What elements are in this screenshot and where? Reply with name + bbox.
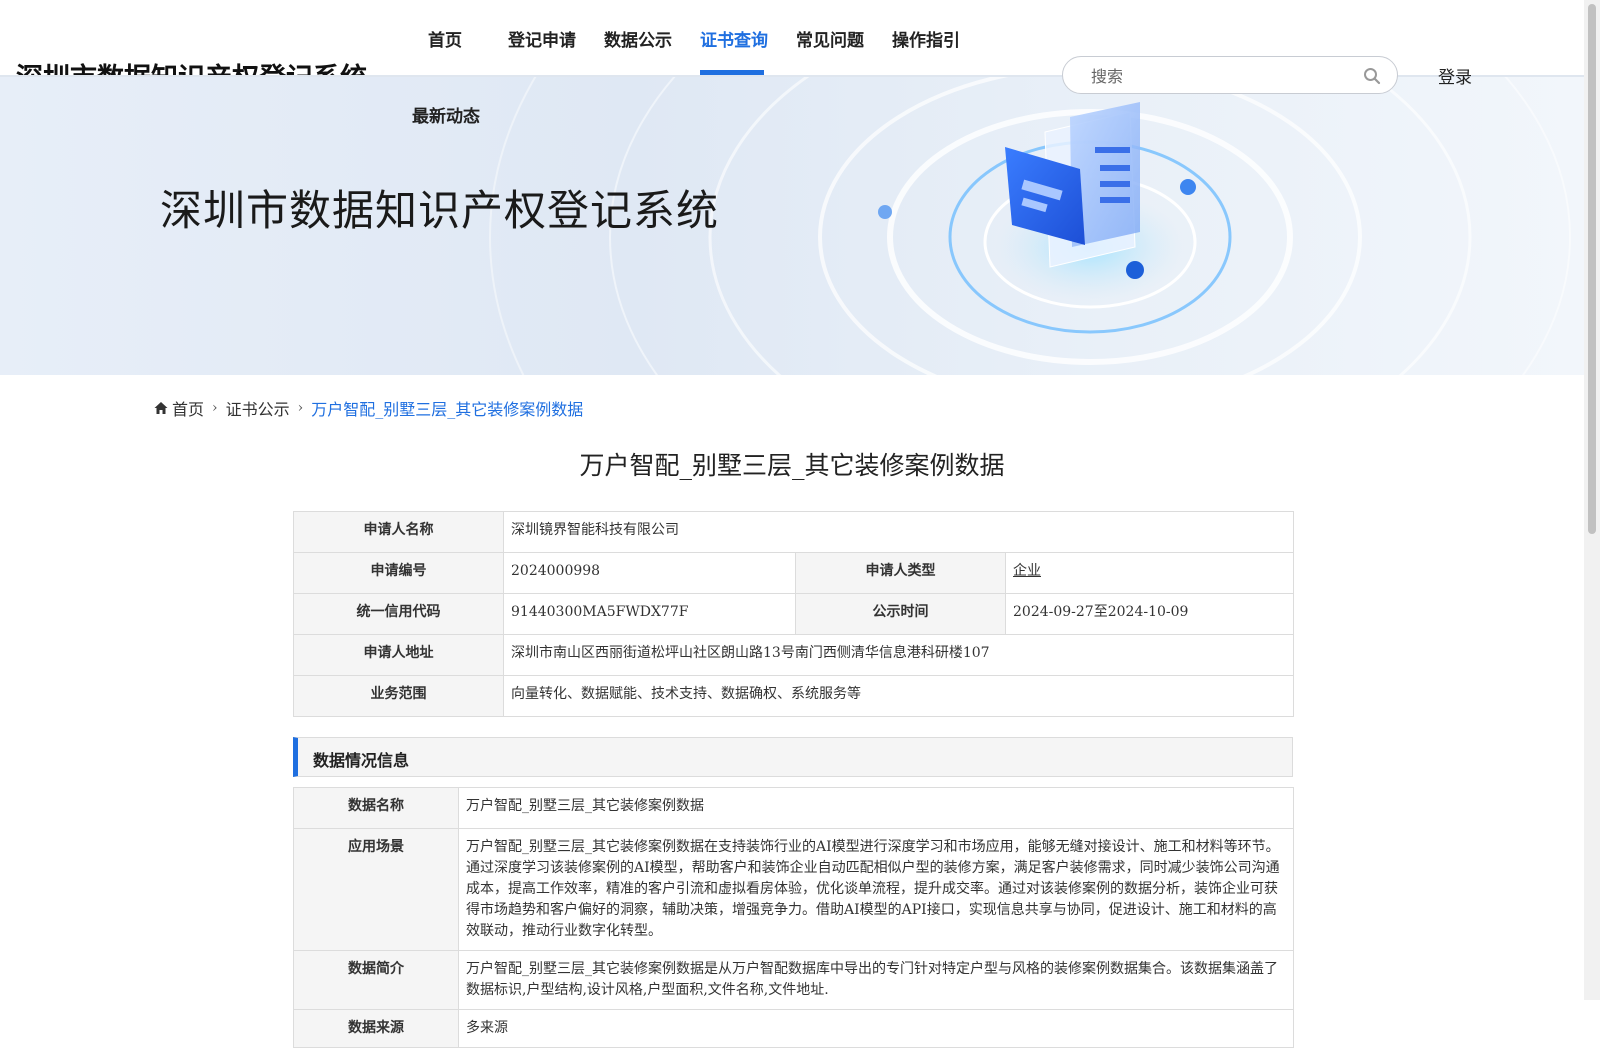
application-number-label: 申请编号 bbox=[293, 552, 504, 594]
login-link[interactable]: 登录 bbox=[1438, 63, 1472, 88]
chevron-right-icon: › bbox=[212, 400, 218, 416]
page-title: 万户智配_别墅三层_其它装修案例数据 bbox=[579, 451, 1005, 480]
table-row: 申请编号 2024000998 申请人类型 企业 bbox=[293, 552, 1294, 594]
page-scrollbar[interactable] bbox=[1584, 0, 1600, 1000]
search-icon[interactable] bbox=[1363, 67, 1381, 85]
data-summary-label: 数据简介 bbox=[293, 950, 459, 1010]
scrollbar-thumb[interactable] bbox=[1588, 4, 1596, 534]
nav-certificate-query[interactable]: 证书查询 bbox=[700, 26, 768, 51]
table-row: 数据来源 多来源 bbox=[293, 1009, 1294, 1048]
applicant-type-label: 申请人类型 bbox=[795, 552, 1006, 594]
breadcrumb-current[interactable]: 万户智配_别墅三层_其它装修案例数据 bbox=[311, 396, 583, 420]
applicant-type-value[interactable]: 企业 bbox=[1013, 563, 1041, 579]
applicant-info-table: 申请人名称 深圳镜界智能科技有限公司 申请编号 2024000998 申请人类型… bbox=[293, 511, 1294, 717]
table-row: 业务范围 向量转化、数据赋能、技术支持、数据确权、系统服务等 bbox=[293, 675, 1294, 717]
publicity-period-value: 2024-09-27至2024-10-09 bbox=[1005, 593, 1294, 635]
table-row: 数据名称 万户智配_别墅三层_其它装修案例数据 bbox=[293, 787, 1294, 829]
data-name-value: 万户智配_别墅三层_其它装修案例数据 bbox=[458, 787, 1294, 829]
data-source-value: 多来源 bbox=[458, 1009, 1294, 1048]
table-row: 申请人名称 深圳镜界智能科技有限公司 bbox=[293, 511, 1294, 553]
table-row: 申请人地址 深圳市南山区西丽街道松坪山社区朗山路13号南门西侧清华信息港科研楼1… bbox=[293, 634, 1294, 676]
data-info-section-header: 数据情况信息 bbox=[293, 737, 1293, 777]
applicant-name-label: 申请人名称 bbox=[293, 511, 504, 553]
applicant-name-value: 深圳镜界智能科技有限公司 bbox=[503, 511, 1294, 553]
table-row: 统一信用代码 91440300MA5FWDX77F 公示时间 2024-09-2… bbox=[293, 593, 1294, 635]
banner-title: 深圳市数据知识产权登记系统 bbox=[160, 186, 720, 235]
home-icon bbox=[154, 402, 168, 414]
breadcrumb-home[interactable]: 首页 bbox=[172, 396, 204, 420]
application-scenario-label: 应用场景 bbox=[293, 828, 459, 951]
applicant-type-cell: 企业 bbox=[1005, 552, 1294, 594]
table-row: 数据简介 万户智配_别墅三层_其它装修案例数据是从万户智配数据库中导出的专门针对… bbox=[293, 950, 1294, 1010]
nav-guide[interactable]: 操作指引 bbox=[892, 26, 960, 51]
search-input[interactable] bbox=[1089, 63, 1353, 89]
credit-code-label: 统一信用代码 bbox=[293, 593, 504, 635]
nav-faq[interactable]: 常见问题 bbox=[796, 26, 864, 51]
data-source-label: 数据来源 bbox=[293, 1009, 459, 1048]
chevron-right-icon: › bbox=[297, 400, 304, 416]
business-scope-value: 向量转化、数据赋能、技术支持、数据确权、系统服务等 bbox=[503, 675, 1294, 717]
nav-news[interactable]: 最新动态 bbox=[412, 102, 480, 127]
hero-banner: 深圳市数据知识产权登记系统 bbox=[0, 77, 1584, 375]
nav-registration[interactable]: 登记申请 bbox=[508, 26, 576, 51]
search-box bbox=[1062, 56, 1398, 94]
application-number-value: 2024000998 bbox=[503, 552, 796, 594]
data-info-table: 数据名称 万户智配_别墅三层_其它装修案例数据 应用场景 万户智配_别墅三层_其… bbox=[293, 787, 1294, 1048]
publicity-period-label: 公示时间 bbox=[795, 593, 1006, 635]
breadcrumb-certificate-publicity[interactable]: 证书公示 bbox=[226, 396, 290, 420]
applicant-address-value: 深圳市南山区西丽街道松坪山社区朗山路13号南门西侧清华信息港科研楼107 bbox=[503, 634, 1294, 676]
nav-data-publicity[interactable]: 数据公示 bbox=[604, 26, 672, 51]
credit-code-value: 91440300MA5FWDX77F bbox=[503, 593, 796, 635]
data-name-label: 数据名称 bbox=[293, 787, 459, 829]
data-summary-value: 万户智配_别墅三层_其它装修案例数据是从万户智配数据库中导出的专门针对特定户型与… bbox=[458, 950, 1294, 1010]
breadcrumb: 首页 › 证书公示 › 万户智配_别墅三层_其它装修案例数据 bbox=[154, 396, 583, 420]
application-scenario-value: 万户智配_别墅三层_其它装修案例数据在支持装饰行业的AI模型进行深度学习和市场应… bbox=[458, 828, 1294, 951]
business-scope-label: 业务范围 bbox=[293, 675, 504, 717]
nav-home[interactable]: 首页 bbox=[428, 26, 462, 51]
applicant-address-label: 申请人地址 bbox=[293, 634, 504, 676]
table-row: 应用场景 万户智配_别墅三层_其它装修案例数据在支持装饰行业的AI模型进行深度学… bbox=[293, 828, 1294, 951]
